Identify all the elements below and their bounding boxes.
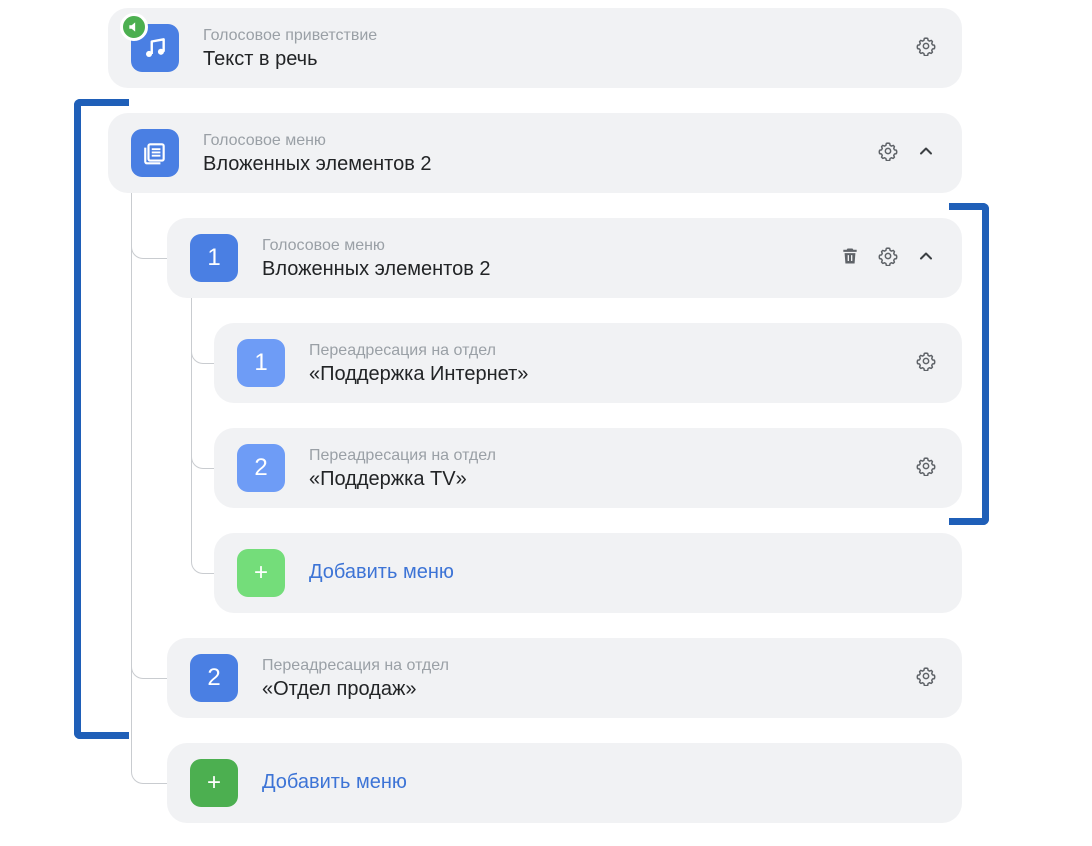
add-menu-label[interactable]: Добавить меню (262, 771, 407, 794)
tree-branch (131, 613, 168, 679)
submenu-add-menu-button[interactable]: + Добавить меню (214, 533, 962, 613)
item-number: 1 (237, 339, 285, 387)
add-menu-label[interactable]: Добавить меню (309, 561, 454, 584)
card-title: Вложенных элементов 2 (203, 153, 432, 175)
menu-root-card[interactable]: Голосовое меню Вложенных элементов 2 (108, 113, 962, 193)
tree-branch (131, 723, 168, 784)
item-number: 2 (237, 444, 285, 492)
gear-icon[interactable] (914, 664, 938, 688)
chevron-up-icon[interactable] (914, 244, 938, 268)
gear-icon[interactable] (876, 139, 900, 163)
card-title: «Отдел продаж» (262, 678, 417, 700)
gear-icon[interactable] (914, 349, 938, 373)
card-subtitle: Голосовое приветствие (203, 27, 378, 44)
chevron-up-icon[interactable] (914, 139, 938, 163)
root-add-menu-button[interactable]: + Добавить меню (167, 743, 962, 823)
tree-branch (191, 403, 215, 469)
plus-icon: + (190, 759, 238, 807)
plus-icon: + (237, 549, 285, 597)
card-subtitle: Переадресация на отдел (262, 657, 449, 674)
left-bracket (74, 99, 129, 739)
card-title: «Поддержка Интернет» (309, 363, 529, 385)
root-item-card[interactable]: 2 Переадресация на отдел «Отдел продаж» (167, 638, 962, 718)
item-number: 1 (190, 234, 238, 282)
card-subtitle: Голосовое меню (203, 132, 326, 149)
tree-branch (131, 193, 168, 259)
list-icon (131, 129, 179, 177)
card-subtitle: Переадресация на отдел (309, 447, 496, 464)
submenu-item-card[interactable]: 2 Переадресация на отдел «Поддержка TV» (214, 428, 962, 508)
card-subtitle: Переадресация на отдел (309, 342, 496, 359)
submenu-item-card[interactable]: 1 Переадресация на отдел «Поддержка Инте… (214, 323, 962, 403)
speaker-icon (120, 13, 148, 41)
greeting-card[interactable]: Голосовое приветствие Текст в речь (108, 8, 962, 88)
card-subtitle: Голосовое меню (262, 237, 385, 254)
tree-line-root (131, 193, 132, 763)
submenu-card[interactable]: 1 Голосовое меню Вложенных элементов 2 (167, 218, 962, 298)
gear-icon[interactable] (876, 244, 900, 268)
gear-icon[interactable] (914, 454, 938, 478)
tree-branch (191, 508, 215, 574)
tree-branch (191, 298, 215, 364)
trash-icon[interactable] (838, 244, 862, 268)
card-title: «Поддержка TV» (309, 468, 467, 490)
item-number: 2 (190, 654, 238, 702)
card-title: Текст в речь (203, 48, 318, 70)
card-title: Вложенных элементов 2 (262, 258, 491, 280)
gear-icon[interactable] (914, 34, 938, 58)
